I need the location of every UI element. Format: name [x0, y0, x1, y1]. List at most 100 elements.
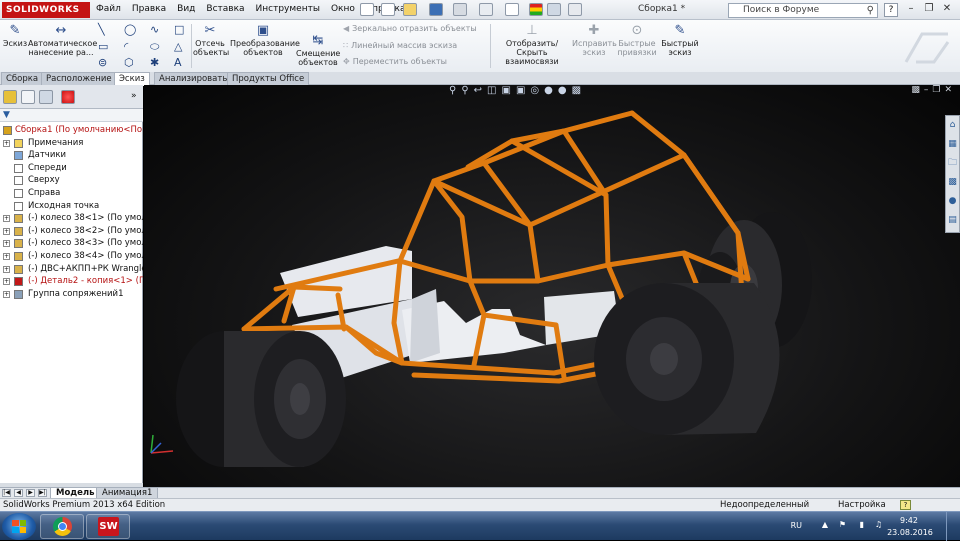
appearances-icon[interactable]: ●	[946, 192, 959, 211]
search-input[interactable]: Поиск в Форуме ⚲	[728, 3, 878, 18]
select-cursor-icon[interactable]	[505, 3, 519, 16]
filter-icon[interactable]: ▼	[3, 110, 10, 120]
menu-file[interactable]: Файл	[96, 3, 121, 16]
text-sketch-icon[interactable]: A	[174, 57, 182, 69]
open-folder-icon[interactable]	[403, 3, 417, 16]
minimize-icon[interactable]: –	[904, 3, 918, 16]
linear-pattern-button[interactable]: ∷ Линейный массив эскиза	[343, 41, 457, 51]
tree-node[interactable]: + (-) колесо 38<2> (По умолча	[0, 225, 143, 238]
language-indicator[interactable]: RU	[791, 521, 802, 530]
expand-icon[interactable]: +	[3, 278, 10, 286]
rapid-sketch-button[interactable]: ✎ Быстрый эскиз	[660, 24, 700, 58]
solidworks-taskbar-button[interactable]: SW	[86, 514, 130, 539]
view-palette-icon[interactable]: ▩	[946, 173, 959, 192]
property-manager-icon[interactable]	[21, 90, 35, 104]
last-tab-icon[interactable]: ▶|	[38, 489, 47, 497]
volume-icon[interactable]: ♫	[875, 520, 882, 529]
new-document-icon[interactable]	[381, 3, 395, 16]
trim-entities-button[interactable]: ✂ Отсечь объекты	[193, 24, 229, 58]
menu-view[interactable]: Вид	[177, 3, 195, 16]
tree-node[interactable]: Исходная точка	[0, 200, 143, 213]
search-icon[interactable]: ⚲	[867, 4, 874, 17]
polygon-icon[interactable]: ⬡	[124, 57, 134, 69]
undo-icon[interactable]	[479, 3, 493, 16]
next-tab-icon[interactable]: ▶	[26, 489, 35, 497]
tree-filter[interactable]: ▼	[0, 109, 143, 122]
sketch-button[interactable]: ✎ Эскиз	[2, 24, 28, 49]
status-help-icon[interactable]: ?	[900, 500, 911, 510]
move-entities-button[interactable]: ✥ Переместить объекты	[343, 57, 447, 67]
prev-tab-icon[interactable]: ◀	[14, 489, 23, 497]
tree-node[interactable]: Сборка1 (По умолчанию<По	[0, 124, 143, 137]
expand-icon[interactable]: +	[3, 265, 10, 273]
expand-icon[interactable]: +	[3, 252, 10, 260]
file-explorer-icon[interactable]: 🗀	[946, 154, 959, 173]
tree-node[interactable]: Сверху	[0, 174, 143, 187]
configuration-manager-icon[interactable]	[39, 90, 53, 104]
rectangle-icon[interactable]: ▭	[98, 41, 108, 53]
tree-node[interactable]: Спереди	[0, 162, 143, 175]
point-icon[interactable]: ✱	[150, 57, 159, 69]
options-gear-icon[interactable]	[568, 3, 582, 16]
print-icon[interactable]	[453, 3, 467, 16]
menu-insert[interactable]: Вставка	[206, 3, 244, 16]
buggy-3d-model[interactable]	[144, 85, 960, 487]
tree-node[interactable]: Справа	[0, 187, 143, 200]
circle-icon[interactable]: ◯	[124, 24, 136, 36]
tab-evaluate[interactable]: Анализировать	[154, 72, 233, 85]
menu-tools[interactable]: Инструменты	[256, 3, 320, 16]
tab-sketch[interactable]: Эскиз	[114, 72, 150, 86]
tree-node[interactable]: + (-) колесо 38<4> (По умолча	[0, 250, 143, 263]
rebuild-icon[interactable]	[529, 3, 543, 16]
arc-icon[interactable]: ◜	[124, 41, 128, 53]
flag-icon[interactable]: ⚑	[839, 520, 846, 529]
graphics-area[interactable]: ⚲⚲↩◫▣▣◎●●▩ ▩–❐✕ ⌂ ▦ 🗀 ▩ ● ▤	[144, 85, 960, 487]
expand-icon[interactable]: +	[3, 215, 10, 223]
expand-icon[interactable]: +	[3, 290, 10, 298]
tree-node[interactable]: + (-) колесо 38<3> (По умолча	[0, 237, 143, 250]
quick-snaps-button[interactable]: ⊙ Быстрые привязки	[617, 24, 657, 58]
clock-time[interactable]: 9:42	[886, 516, 932, 525]
first-tab-icon[interactable]: |◀	[2, 489, 11, 497]
panel-expand-icon[interactable]: »	[131, 91, 137, 101]
resources-icon[interactable]: ⌂	[946, 116, 959, 135]
convert-entities-button[interactable]: ▣ Преобразование объектов	[230, 24, 300, 58]
expand-icon[interactable]: +	[3, 227, 10, 235]
custom-properties-icon[interactable]: ▤	[946, 211, 959, 230]
show-desktop-button[interactable]	[946, 512, 960, 541]
chrome-taskbar-button[interactable]	[40, 514, 84, 539]
tab-office-products[interactable]: Продукты Office	[227, 72, 310, 85]
tree-node[interactable]: + (-) Деталь2 - копия<1> (П	[0, 275, 143, 288]
pin-menu-icon[interactable]	[360, 3, 374, 16]
smart-dimension-button[interactable]: ↔ Автоматическое нанесение ра...	[28, 24, 97, 58]
ellipse-icon[interactable]: ⬭	[150, 41, 159, 53]
plane-sketch-icon[interactable]: △	[174, 41, 182, 53]
tab-layout[interactable]: Расположение	[41, 72, 117, 85]
close-icon[interactable]: ✕	[940, 3, 954, 16]
clock-date[interactable]: 23.08.2016	[882, 528, 938, 537]
expand-icon[interactable]: +	[3, 139, 10, 147]
tree-node[interactable]: + (-) колесо 38<1> (По умолча	[0, 212, 143, 225]
fillet-icon[interactable]: □	[174, 24, 184, 36]
tree-node[interactable]: + (-) ДВС+АКПП+РК Wrangler<	[0, 263, 143, 276]
feature-manager-icon[interactable]	[3, 90, 17, 104]
file-properties-icon[interactable]	[547, 3, 561, 16]
power-icon[interactable]: ▮	[860, 520, 864, 529]
menu-window[interactable]: Окно	[331, 3, 355, 16]
tree-node[interactable]: + Примечания	[0, 137, 143, 150]
expand-icon[interactable]: +	[3, 240, 10, 248]
repair-sketch-button[interactable]: ✚ Исправить эскиз	[572, 24, 617, 58]
offset-entities-button[interactable]: ↹ Смещение объектов	[296, 34, 340, 68]
units-custom[interactable]: Настройка	[838, 499, 886, 511]
tree-node[interactable]: + Группа сопряжений1	[0, 288, 143, 301]
network-icon[interactable]: ▲	[822, 520, 828, 529]
design-library-icon[interactable]: ▦	[946, 135, 959, 154]
spline-icon[interactable]: ∿	[150, 24, 159, 36]
menu-edit[interactable]: Правка	[132, 3, 166, 16]
restore-icon[interactable]: ❐	[922, 3, 936, 16]
display-relations-button[interactable]: ⊥ Отобразить/Скрыть взаимосвязи	[493, 24, 571, 67]
mirror-entities-button[interactable]: ◀ Зеркально отразить объекты	[343, 24, 477, 34]
tree-node[interactable]: Датчики	[0, 149, 143, 162]
slot-icon[interactable]: ⊜	[98, 57, 107, 69]
start-button[interactable]	[2, 513, 36, 540]
